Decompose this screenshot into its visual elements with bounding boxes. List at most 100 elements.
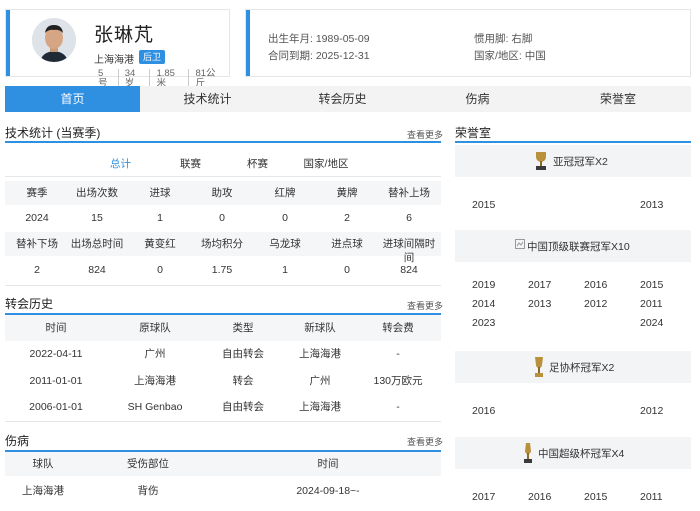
tab-injury[interactable]: 伤病 xyxy=(410,86,545,112)
honor-year: 2013 xyxy=(528,298,552,310)
foot-label: 惯用脚: xyxy=(474,33,509,45)
stats-value-cell: 0 xyxy=(157,264,163,276)
transfer-cell: 2006-01-01 xyxy=(29,401,83,413)
honor-label: 中国顶级联赛冠军X10 xyxy=(527,241,630,253)
injury-title: 伤病 xyxy=(5,434,30,448)
tab-transfer-history[interactable]: 转会历史 xyxy=(275,86,410,112)
nation-value: 中国 xyxy=(524,50,546,62)
player-name: 张琳芃 xyxy=(94,25,155,46)
player-team[interactable]: 上海海港 xyxy=(94,51,134,66)
player-info-card: 出生年月: 1989-05-09 合同到期: 2025-12-31 惯用脚: 右… xyxy=(245,9,691,77)
honor-year: 2011 xyxy=(640,491,663,503)
stats-header-cell: 替补下场 xyxy=(16,238,58,250)
contract-label: 合同到期: xyxy=(268,50,313,62)
honor-label: 中国超级杯冠军X4 xyxy=(538,448,625,460)
subtab-total[interactable]: 总计 xyxy=(98,156,143,171)
stats-header-cell: 场均积分 xyxy=(201,238,243,250)
transfer-header-cell: 转会费 xyxy=(382,322,414,334)
honor-label: 足协杯冠军X2 xyxy=(549,362,615,374)
table-bottom-line xyxy=(5,285,441,286)
honor-group-header: 中国顶级联赛冠军X10 xyxy=(455,230,691,262)
stats-header-cell: 黄变红 xyxy=(144,238,176,250)
tech-stats-more-link[interactable]: 查看更多 xyxy=(407,128,443,141)
trophy-icon xyxy=(535,357,543,377)
trophy-icon xyxy=(524,443,532,463)
honor-year: 2017 xyxy=(528,279,552,291)
tech-stats-title: 技术统计 (当赛季) xyxy=(5,126,101,140)
honors-title: 荣誉室 xyxy=(455,126,492,140)
injury-cell: 2024-09-18~- xyxy=(296,485,360,497)
injury-cell: 上海海港 xyxy=(22,485,64,497)
transfer-cell: 130万欧元 xyxy=(373,375,423,387)
injury-more-link[interactable]: 查看更多 xyxy=(407,435,443,448)
honor-label: 亚冠冠军X2 xyxy=(553,156,608,168)
subtab-underline xyxy=(5,176,441,177)
position-badge: 后卫 xyxy=(139,50,166,64)
honor-year: 2023 xyxy=(472,317,496,329)
honor-year: 2012 xyxy=(584,298,608,310)
subtab-national[interactable]: 国家/地区 xyxy=(296,156,356,171)
transfer-cell: - xyxy=(396,401,400,413)
stats-value-cell: 0 xyxy=(344,264,350,276)
honor-year: 2016 xyxy=(528,491,552,503)
tab-home[interactable]: 首页 xyxy=(5,86,140,112)
honor-year: 2015 xyxy=(640,279,664,291)
tab-tech-stats[interactable]: 技术统计 xyxy=(140,86,275,112)
tab-honors[interactable]: 荣誉室 xyxy=(545,86,691,112)
transfer-cell: 2022-04-11 xyxy=(29,348,83,360)
transfer-more-link[interactable]: 查看更多 xyxy=(407,299,443,312)
nation-label: 国家/地区: xyxy=(474,50,522,62)
subtab-cup[interactable]: 杯赛 xyxy=(235,156,280,171)
contract-info: 合同到期: 2025-12-31 xyxy=(268,48,370,63)
transfer-cell: SH Genbao xyxy=(127,401,183,413)
stats-value-cell: 1 xyxy=(157,212,163,224)
honor-group-header: 亚冠冠军X2 xyxy=(455,145,691,177)
transfer-cell: 转会 xyxy=(232,375,254,387)
subtab-league[interactable]: 联赛 xyxy=(168,156,213,171)
section-divider xyxy=(5,141,441,143)
stats-header-cell: 黄牌 xyxy=(336,187,358,199)
stats-value-cell: 1.75 xyxy=(211,264,233,276)
main-tab-bar: 首页 技术统计 转会历史 伤病 荣誉室 xyxy=(5,86,691,112)
section-divider xyxy=(455,141,691,143)
stats-header-cell: 出场总时间 xyxy=(70,238,124,250)
transfer-cell: 自由转会 xyxy=(222,348,264,360)
stats-header-cell: 出场次数 xyxy=(76,187,118,199)
card-accent xyxy=(246,10,250,76)
stats-value-cell: 2024 xyxy=(25,212,49,224)
stats-value-cell: 1 xyxy=(282,264,288,276)
injury-header-cell: 球队 xyxy=(32,458,54,470)
honor-year: 2015 xyxy=(584,491,608,503)
stats-header-cell: 进球 xyxy=(149,187,171,199)
foot-info: 惯用脚: 右脚 xyxy=(474,31,532,46)
honor-year: 2017 xyxy=(472,491,496,503)
injury-header-cell: 受伤部位 xyxy=(127,458,169,470)
trophy-icon xyxy=(536,152,546,170)
injury-cell: 背伤 xyxy=(137,485,159,497)
birth-label: 出生年月: xyxy=(268,33,313,45)
stats-value-cell: 0 xyxy=(219,212,225,224)
transfer-cell: 广州 xyxy=(309,375,331,387)
stats-value-cell: 0 xyxy=(282,212,288,224)
stats-header-cell: 红牌 xyxy=(274,187,296,199)
transfer-cell: 广州 xyxy=(144,348,166,360)
stats-header-cell: 乌龙球 xyxy=(269,238,301,250)
card-accent xyxy=(6,10,10,76)
honor-group-header: 中国超级杯冠军X4 xyxy=(455,437,691,469)
transfer-title: 转会历史 xyxy=(5,297,54,311)
trophy-icon xyxy=(515,239,525,249)
honor-year: 2011 xyxy=(640,298,663,310)
honor-year: 2019 xyxy=(472,279,496,291)
honor-year: 2012 xyxy=(640,405,664,417)
stats-value-cell: 2 xyxy=(34,264,40,276)
transfer-header-cell: 时间 xyxy=(45,322,67,334)
birth-value: 1989-05-09 xyxy=(315,33,370,45)
avatar xyxy=(32,18,76,62)
stats-value-cell: 824 xyxy=(88,264,106,276)
nation-info: 国家/地区: 中国 xyxy=(474,48,546,63)
transfer-cell: 上海海港 xyxy=(299,401,341,413)
stats-header-cell: 替补上场 xyxy=(388,187,430,199)
table-bottom-line xyxy=(5,421,441,422)
injury-header-cell: 时间 xyxy=(317,458,339,470)
transfer-header-cell: 新球队 xyxy=(304,322,336,334)
